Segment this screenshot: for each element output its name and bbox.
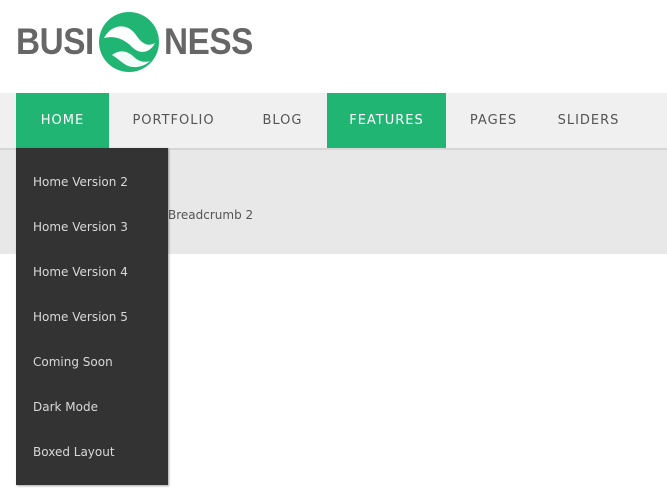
nav-item-home[interactable]: HOME [16, 93, 109, 148]
main-nav: HOME PORTFOLIO BLOG FEATURES PAGES SLIDE… [0, 93, 667, 150]
logo-text-left: BUSI [16, 21, 94, 62]
breadcrumb-current[interactable]: Breadcrumb 2 [168, 208, 253, 222]
dropdown-item-home-version-3[interactable]: Home Version 3 [16, 205, 168, 250]
logo-mark-icon [99, 12, 160, 72]
nav-item-portfolio[interactable]: PORTFOLIO [109, 93, 238, 148]
home-dropdown-menu: Home Version 2 Home Version 3 Home Versi… [16, 148, 168, 485]
dropdown-item-boxed-layout[interactable]: Boxed Layout [16, 430, 168, 475]
nav-item-sliders[interactable]: SLIDERS [541, 93, 636, 148]
main-nav-list: HOME PORTFOLIO BLOG FEATURES PAGES SLIDE… [16, 93, 636, 148]
site-logo[interactable]: BUSI NESS [16, 11, 263, 73]
nav-item-pages[interactable]: PAGES [446, 93, 541, 148]
nav-item-features[interactable]: FEATURES [327, 93, 446, 148]
logo-text-right: NESS [164, 21, 254, 62]
dropdown-item-home-version-4[interactable]: Home Version 4 [16, 250, 168, 295]
dropdown-item-dark-mode[interactable]: Dark Mode [16, 385, 168, 430]
dropdown-item-coming-soon[interactable]: Coming Soon [16, 340, 168, 385]
dropdown-item-home-version-5[interactable]: Home Version 5 [16, 295, 168, 340]
dropdown-item-home-version-2[interactable]: Home Version 2 [16, 160, 168, 205]
site-header: BUSI NESS [0, 0, 667, 93]
nav-item-blog[interactable]: BLOG [238, 93, 327, 148]
